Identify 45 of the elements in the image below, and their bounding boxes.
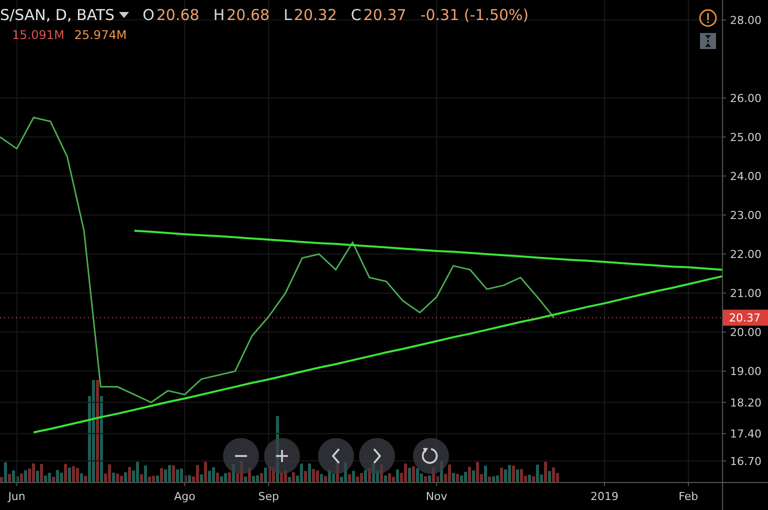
alert-icon[interactable] [699, 9, 717, 27]
ohlc-value: 20.68 [156, 6, 200, 24]
ohlc-key: H [213, 6, 225, 24]
price-axis-label: 20.00 [730, 326, 762, 340]
price-axis-label: 23.00 [730, 209, 762, 222]
reset-icon [422, 447, 440, 465]
ohlc-value: 20.68 [226, 6, 270, 24]
volume-value: 25.974M [74, 28, 127, 42]
price-axis-label: 24.00 [730, 170, 762, 184]
time-axis-label: 2019 [590, 490, 618, 503]
time-axis-label: Sep [258, 490, 280, 503]
ohlc-key: C [350, 6, 362, 24]
collapse-arrows-icon[interactable] [700, 33, 716, 49]
ohlc-key: O [142, 6, 154, 24]
scroll-right-button[interactable] [359, 438, 395, 474]
change-value: -0.31 (-1.50%) [420, 6, 529, 24]
reset-button[interactable] [413, 438, 449, 474]
ref-line-label: 20.37 [729, 312, 760, 325]
chevron-left-icon [332, 448, 340, 464]
scroll-left-button[interactable] [318, 438, 354, 474]
price-axis-label: 25.00 [730, 131, 762, 144]
zoom-out-button[interactable] [223, 438, 259, 474]
price-axis-label: 19.00 [730, 365, 762, 378]
zoom-in-button[interactable] [264, 438, 300, 474]
price-axis-label: 17.40 [730, 428, 762, 441]
minus-icon [234, 455, 248, 457]
price-axis-label: 26.00 [730, 92, 762, 105]
time-axis-label: Jun [8, 490, 26, 503]
last-price-label: 20.37 [723, 310, 768, 326]
time-axis-label: Ago [174, 490, 196, 503]
time-axis-label: Feb [678, 490, 698, 503]
caret-icon[interactable] [118, 12, 129, 18]
time-axis-label: Nov [426, 490, 448, 503]
ohlc-key: L [284, 6, 292, 24]
price-axis-label: 18.20 [730, 396, 762, 410]
price-axis-label: 16.70 [730, 454, 762, 468]
ohlc-value: 20.37 [363, 6, 406, 24]
price-axis-label: 21.00 [730, 287, 762, 300]
plus-icon [275, 449, 289, 463]
ohlc-value: 20.32 [294, 6, 337, 24]
volume-value: 15.091M [12, 28, 64, 42]
symbol-label[interactable]: S/SAN, D, BATS [0, 6, 115, 24]
chevron-right-icon [373, 448, 381, 464]
price-axis-label: 22.00 [730, 248, 762, 262]
price-axis-label: 28.00 [730, 14, 762, 27]
